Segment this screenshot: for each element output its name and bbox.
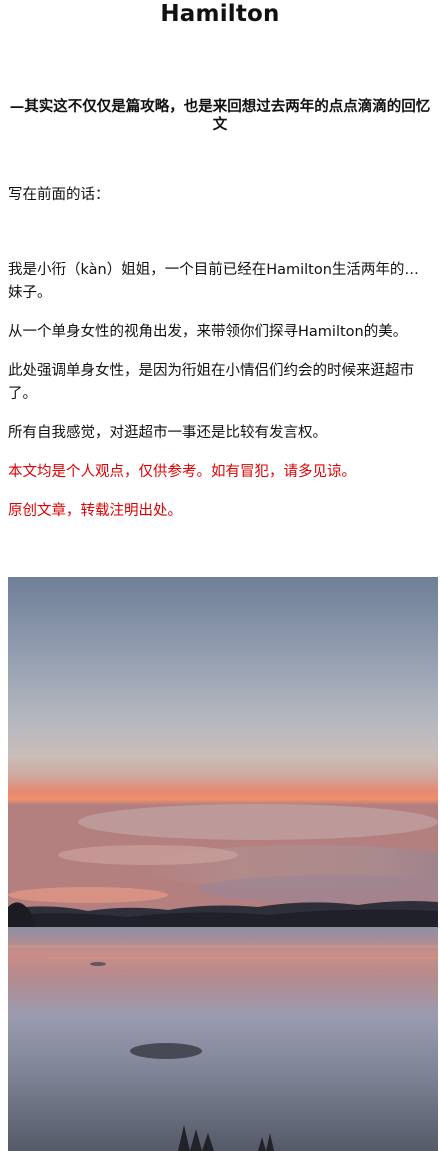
paragraph-perspective: 从一个单身女性的视角出发，来带领你们探寻Hamilton的美。 (8, 324, 408, 340)
article-subtitle: —其实这不仅仅是篇攻略，也是来回想过去两年的点点滴滴的回忆文 (9, 98, 431, 133)
article-title: Hamilton (160, 1, 280, 27)
sunset-lake-photo (8, 577, 438, 1151)
disclaimer-text: 本文均是个人观点，仅供参考。如有冒犯，请多见谅。 (8, 464, 356, 480)
paragraph-self-intro: 我是小衎（kàn）姐姐，一个目前已经在Hamilton生活两年的…妹子。 (8, 262, 419, 301)
article-page: Hamilton —其实这不仅仅是篇攻略，也是来回想过去两年的点点滴滴的回忆文 … (0, 0, 440, 1151)
intro-heading: 写在前面的话： (8, 187, 110, 203)
paragraph-emphasis: 此处强调单身女性，是因为衎姐在小情侣们约会的时候来逛超市了。 (8, 363, 414, 402)
copyright-notice: 原创文章，转载注明出处。 (8, 503, 182, 519)
paragraph-feeling: 所有自我感觉，对逛超市一事还是比较有发言权。 (8, 425, 327, 441)
